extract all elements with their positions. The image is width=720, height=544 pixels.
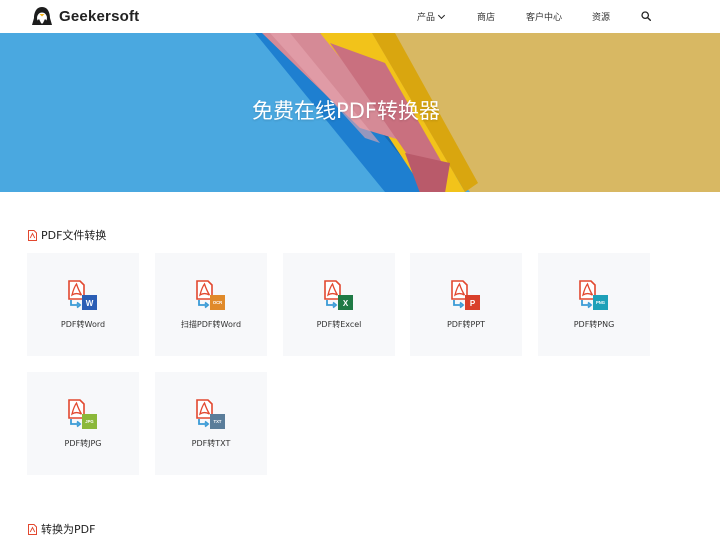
top-header: Geekersoft 产品 商店 客户中心 资源 — [0, 0, 720, 33]
penguin-logo-icon — [32, 7, 52, 25]
converter-card[interactable]: X PDF转Excel — [283, 253, 395, 356]
svg-text:TXT: TXT — [214, 419, 222, 424]
svg-text:W: W — [86, 299, 94, 308]
converter-card-label: PDF转Excel — [316, 320, 362, 329]
nav-customer-center[interactable]: 客户中心 — [526, 10, 562, 23]
nav-customer-center-label: 客户中心 — [526, 13, 563, 23]
pdf-convert-icon: W — [68, 280, 97, 310]
svg-text:P: P — [470, 299, 476, 308]
nav-products-label: 产品 — [417, 13, 436, 23]
svg-text:JPG: JPG — [85, 419, 93, 424]
pdf-convert-icon: TXT — [196, 399, 225, 429]
converter-card[interactable]: PNG PDF转PNG — [538, 253, 650, 356]
converter-card[interactable]: TXT PDF转TXT — [155, 372, 267, 475]
converter-card-label: PDF转PPT — [446, 320, 486, 329]
chevron-down-icon — [437, 11, 446, 20]
converter-card-label: PDF转JPG — [64, 439, 102, 448]
section-title-pdf-conversion: PDF文件转换 — [28, 227, 106, 243]
nav-resources[interactable]: 资源 — [592, 10, 610, 23]
pdf-convert-icon: P — [451, 280, 480, 310]
converter-card-label: 扫描PDF转Word — [180, 320, 242, 329]
brand-name: Geekersoft — [59, 7, 140, 25]
nav-store-label: 商店 — [477, 13, 496, 23]
pdf-file-icon — [28, 229, 37, 241]
banner-title: 免费在线PDF转换器 — [252, 99, 440, 123]
converter-card[interactable]: JPG PDF转JPG — [27, 372, 139, 475]
pdf-convert-icon: PNG — [579, 280, 608, 310]
section-title-text: PDF文件转换 — [41, 229, 107, 242]
svg-text:OCR: OCR — [213, 300, 222, 305]
nav-store[interactable]: 商店 — [477, 10, 495, 23]
pdf-convert-icon: JPG — [68, 399, 97, 429]
pdf-convert-icon: X — [324, 280, 353, 310]
nav-products[interactable]: 产品 — [417, 10, 446, 23]
converter-card-label: PDF转PNG — [573, 320, 615, 329]
svg-text:X: X — [343, 299, 349, 308]
section-title-text: 转换为PDF — [41, 523, 96, 536]
brand-logo[interactable]: Geekersoft — [31, 3, 139, 29]
svg-text:PNG: PNG — [596, 300, 605, 305]
pdf-file-icon — [28, 523, 37, 535]
section-title-to-pdf: 转换为PDF — [28, 521, 95, 537]
converter-card-label: PDF转Word — [60, 320, 106, 329]
converter-card[interactable]: OCR 扫描PDF转Word — [155, 253, 267, 356]
converter-card[interactable]: P PDF转PPT — [410, 253, 522, 356]
pdf-convert-icon: OCR — [196, 280, 225, 310]
converter-card[interactable]: W PDF转Word — [27, 253, 139, 356]
nav-resources-label: 资源 — [592, 13, 611, 23]
hero-banner: 免费在线PDF转换器 — [0, 33, 720, 192]
search-icon[interactable] — [641, 11, 651, 21]
converter-card-label: PDF转TXT — [191, 439, 231, 448]
